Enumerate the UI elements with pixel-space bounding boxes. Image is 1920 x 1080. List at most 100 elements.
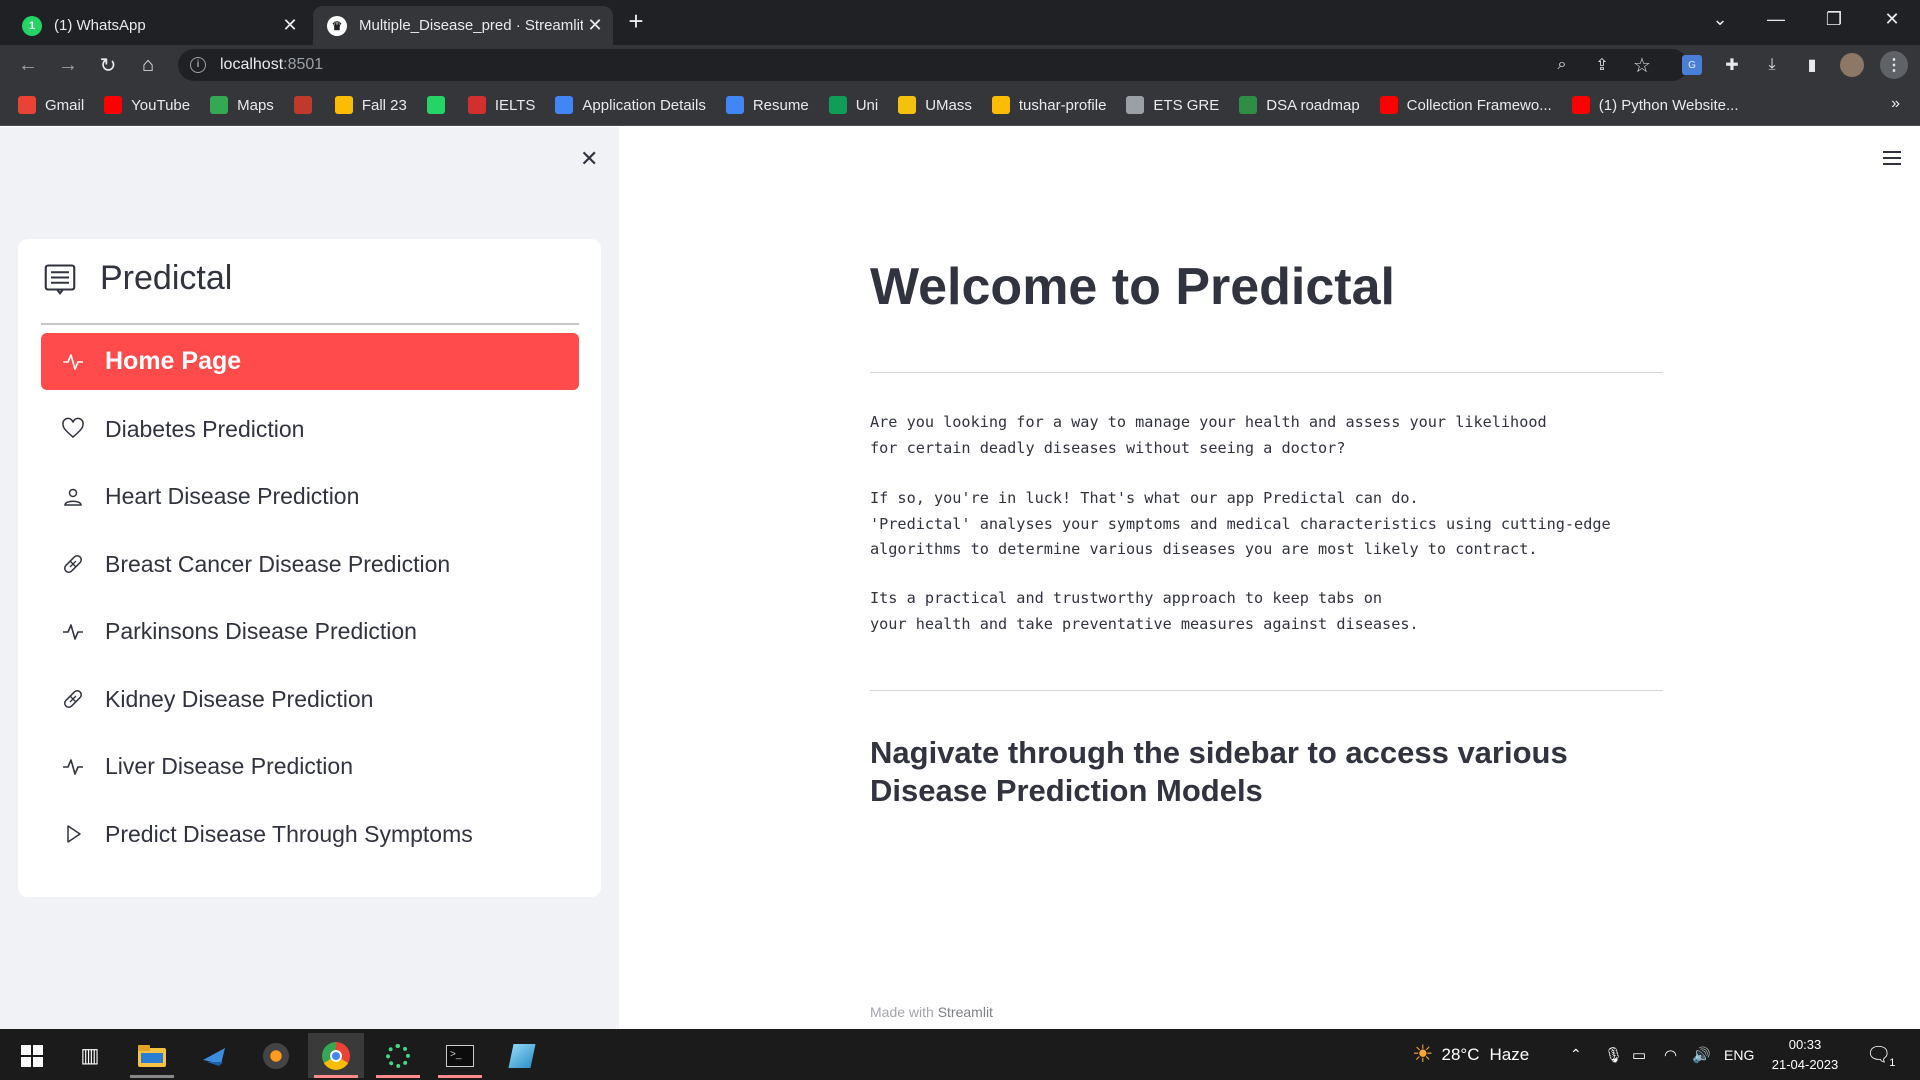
zoom-icon[interactable]: ⌕ <box>1550 53 1574 77</box>
menu-header: Predictal <box>42 259 232 298</box>
terminal-icon[interactable]: >_ <box>432 1033 488 1078</box>
bookmark-item[interactable] <box>426 96 454 114</box>
intro-paragraph: Are you looking for a way to manage your… <box>870 413 1547 457</box>
bookmark-label: (1) Python Website... <box>1598 96 1739 114</box>
address-bar[interactable]: i localhost:8501 <box>178 49 1688 81</box>
extensions-icon[interactable]: ✚ <box>1720 53 1744 77</box>
bookmark-item[interactable]: DSA roadmap <box>1239 96 1360 114</box>
app-icon[interactable] <box>494 1033 550 1078</box>
bookmark-item[interactable]: IELTS <box>467 96 535 114</box>
page-title: Welcome to Predictal <box>870 258 1395 316</box>
bookmark-item[interactable]: Collection Framewo... <box>1379 96 1552 114</box>
sidebar-item-predict-disease-through-symptoms[interactable]: Predict Disease Through Symptoms <box>41 806 579 863</box>
weather-temp: 28°C <box>1441 1044 1480 1064</box>
loading-app-icon[interactable] <box>370 1033 426 1078</box>
fl-studio-icon[interactable] <box>248 1033 304 1078</box>
maps-icon <box>210 96 229 114</box>
tab-search-icon[interactable]: ⌄ <box>1692 0 1748 38</box>
share-icon[interactable]: ⇪ <box>1590 53 1614 77</box>
bookmark-item[interactable] <box>293 96 321 114</box>
bookmark-star-icon[interactable]: ☆ <box>1630 53 1654 77</box>
clock-date: 21-04-2023 <box>1771 1057 1839 1072</box>
weather-haze-icon: ☀ <box>1412 1041 1434 1068</box>
divider <box>870 690 1663 691</box>
streamlit-link[interactable]: Streamlit <box>938 1004 993 1020</box>
bookmark-item[interactable]: tushar-profile <box>991 96 1107 114</box>
menu-title: Predictal <box>100 259 233 297</box>
minimize-button[interactable]: — <box>1748 0 1804 38</box>
sidebar-item-kidney-disease-prediction[interactable]: Kidney Disease Prediction <box>41 671 579 728</box>
wifi-icon[interactable]: ◠ <box>1664 1029 1677 1080</box>
chrome-menu-icon[interactable]: ⋮ <box>1880 51 1908 79</box>
app-icon[interactable] <box>186 1033 242 1078</box>
bookmark-item[interactable]: UMass <box>898 96 972 114</box>
download-icon[interactable]: ⤓ <box>1760 53 1784 77</box>
bookmark-label: Uni <box>855 96 879 114</box>
whatsapp-icon: 1 <box>22 15 42 36</box>
bookmarks-overflow-icon[interactable]: » <box>1891 95 1900 113</box>
system-clock[interactable]: 00:33 21-04-2023 <box>1760 1035 1850 1075</box>
clock-time: 00:33 <box>1788 1037 1822 1052</box>
heart-icon <box>61 417 85 441</box>
bookmark-item[interactable]: Uni <box>828 96 879 114</box>
back-icon[interactable]: ← <box>14 51 42 79</box>
sidebar-item-heart-disease-prediction[interactable]: Heart Disease Prediction <box>41 468 579 525</box>
close-tab-icon[interactable]: ✕ <box>583 15 607 36</box>
restore-button[interactable]: ❐ <box>1806 0 1862 38</box>
sidebar-item-diabetes-prediction[interactable]: Diabetes Prediction <box>41 401 579 458</box>
bookmark-item[interactable]: Fall 23 <box>334 96 407 114</box>
file-explorer-icon[interactable] <box>124 1033 180 1078</box>
docs-icon <box>555 96 574 114</box>
task-view-icon[interactable]: ▥ <box>62 1033 118 1078</box>
sidebar-item-breast-cancer-disease-prediction[interactable]: Breast Cancer Disease Prediction <box>41 536 579 593</box>
weather-widget[interactable]: ☀ 28°C Haze <box>1412 1029 1529 1080</box>
notifications-icon[interactable]: 🗨 1 <box>1866 1029 1895 1080</box>
bookmark-item[interactable]: YouTube <box>104 96 190 114</box>
bookmark-label: Fall 23 <box>361 96 407 114</box>
navigation-subheading: Nagivate through the sidebar to access v… <box>870 735 1568 808</box>
microphone-icon[interactable]: 🎙 <box>1604 1029 1623 1080</box>
bookmark-item[interactable]: (1) Python Website... <box>1571 96 1739 114</box>
show-hidden-icons[interactable]: ⌃ <box>1570 1029 1582 1080</box>
person-icon <box>61 485 85 509</box>
avatar[interactable] <box>1840 53 1864 77</box>
reload-icon[interactable]: ↻ <box>94 51 122 79</box>
sidebar-item-label: Liver Disease Prediction <box>105 753 354 779</box>
new-tab-button[interactable]: + <box>622 8 650 36</box>
bookmark-item[interactable]: Application Details <box>555 96 706 114</box>
tab-streamlit[interactable]: ♛ Multiple_Disease_pred · Streamlit ✕ <box>313 6 613 45</box>
forward-icon[interactable]: → <box>54 51 82 79</box>
sidebar-item-liver-disease-prediction[interactable]: Liver Disease Prediction <box>41 738 579 795</box>
tab-title: Multiple_Disease_pred · Streamlit <box>359 17 583 34</box>
bookmark-item[interactable]: ETS GRE <box>1126 96 1219 114</box>
sidebar-item-parkinsons-disease-prediction[interactable]: Parkinsons Disease Prediction <box>41 603 579 660</box>
sidebar-item-label: Diabetes Prediction <box>105 415 305 442</box>
translate-icon[interactable]: G <box>1682 55 1702 75</box>
site-info-icon[interactable]: i <box>190 57 206 73</box>
tab-whatsapp[interactable]: 1 (1) WhatsApp ✕ <box>8 6 308 45</box>
bookmark-item[interactable]: Gmail <box>18 96 84 114</box>
bookmark-label: Gmail <box>45 96 85 114</box>
sidebar: ✕ Predictal Home Page Diabetes Prediction… <box>0 127 619 1029</box>
language-indicator[interactable]: ENG <box>1724 1029 1754 1080</box>
bookmark-label: Application Details <box>582 96 706 114</box>
drive-icon <box>991 96 1010 114</box>
description-paragraph: If so, you're in luck! That's what our a… <box>870 489 1611 558</box>
bookmark-label: tushar-profile <box>1018 96 1107 114</box>
hamburger-menu-icon[interactable] <box>1883 151 1901 165</box>
close-tab-icon[interactable]: ✕ <box>278 15 302 36</box>
play-icon <box>61 822 85 846</box>
sidebar-item-home-page[interactable]: Home Page <box>41 333 579 390</box>
volume-icon[interactable]: 🔊 <box>1692 1029 1711 1080</box>
battery-icon[interactable]: ▭ <box>1632 1029 1646 1080</box>
side-panel-icon[interactable]: ▮ <box>1800 53 1824 77</box>
close-window-button[interactable]: ✕ <box>1864 0 1920 38</box>
bookmark-item[interactable]: Maps <box>210 96 274 114</box>
chrome-taskbar-icon[interactable] <box>308 1033 364 1078</box>
close-sidebar-icon[interactable]: ✕ <box>580 146 598 172</box>
windows-start-icon[interactable] <box>4 1033 60 1078</box>
sheets-icon <box>828 96 847 114</box>
whatsapp-icon <box>426 96 445 114</box>
bookmark-item[interactable]: Resume <box>725 96 809 114</box>
home-icon[interactable]: ⌂ <box>134 51 162 79</box>
